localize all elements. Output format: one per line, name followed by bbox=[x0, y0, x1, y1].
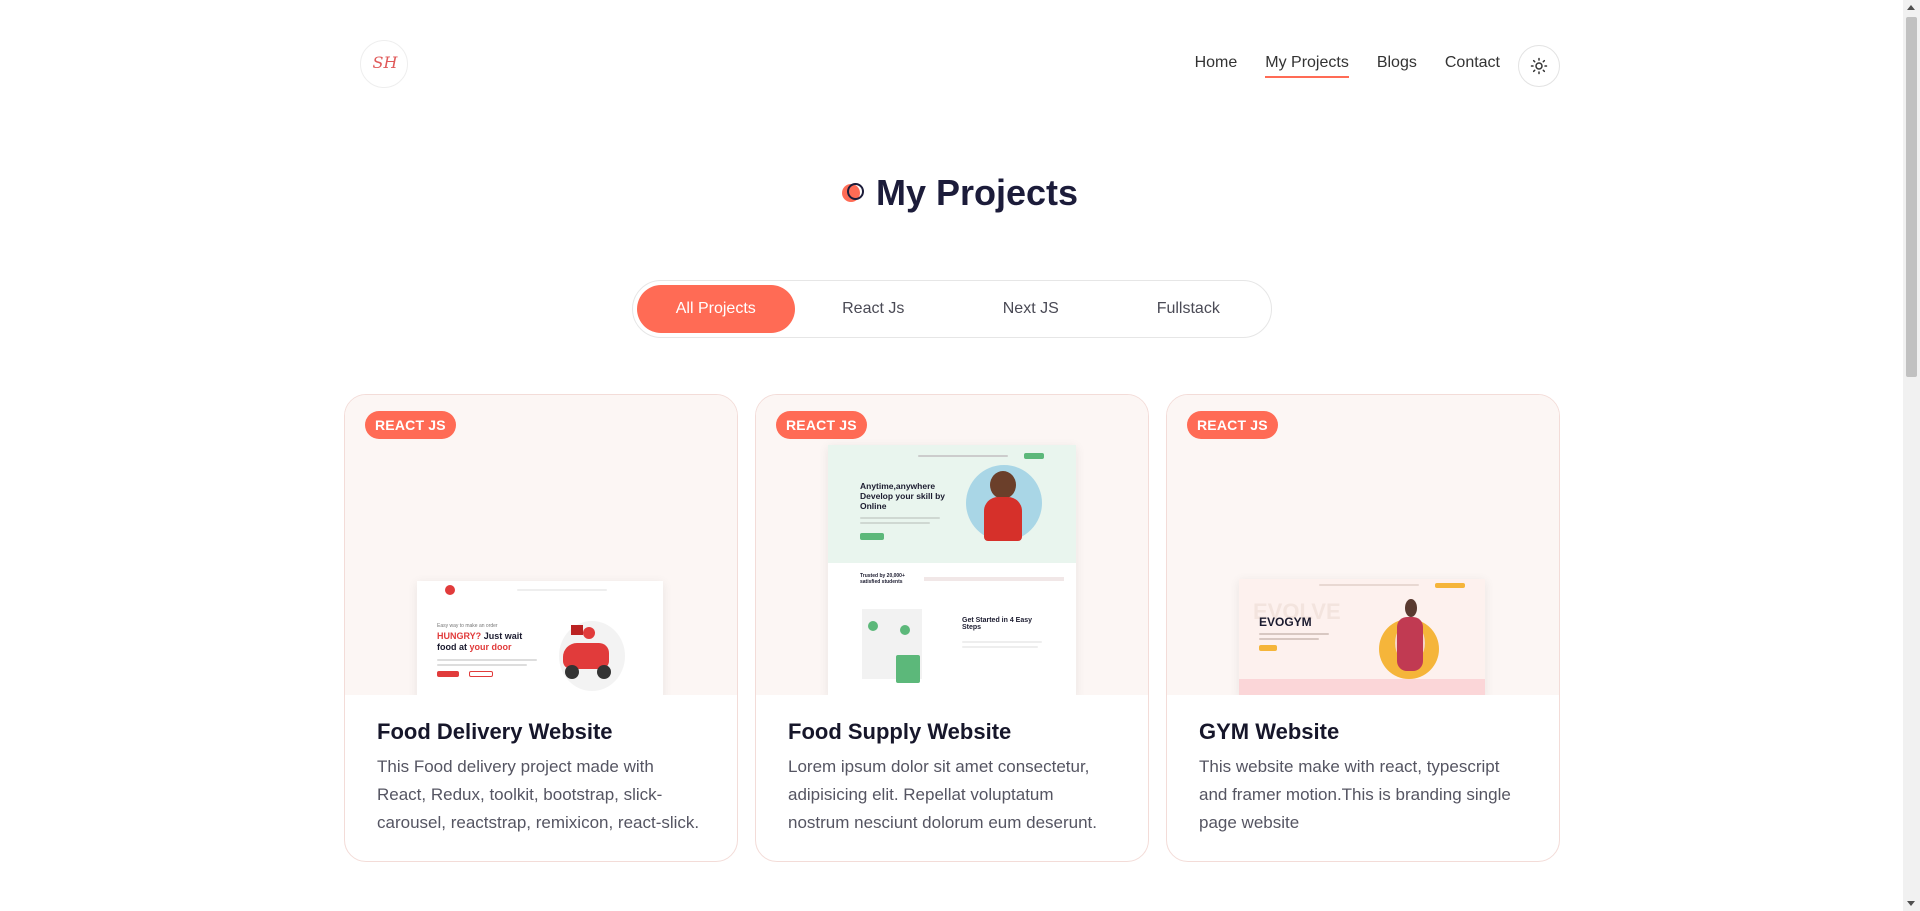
page-title: My Projects bbox=[875, 172, 1079, 213]
food-delivery-preview: Easy way to make an order HUNGRY? Just w… bbox=[417, 581, 663, 695]
card-body: Food Delivery Website This Food delivery… bbox=[345, 695, 737, 861]
site-logo[interactable]: SH bbox=[360, 40, 408, 88]
preview-trusted: Trusted by 20,000+ satisfied students bbox=[860, 573, 905, 585]
preview-pre: Easy way to make an order bbox=[437, 623, 498, 629]
site-header: SH Home My Projects Blogs Contact bbox=[344, 30, 1560, 100]
project-card[interactable]: REACT JS Anytime,anywhere Develop your s… bbox=[755, 394, 1149, 862]
scroll-up-arrow-icon[interactable] bbox=[1907, 5, 1915, 10]
preview-headline: Anytime,anywhere Develop your skill by O… bbox=[860, 481, 946, 511]
section-title: My Projects bbox=[841, 172, 1079, 214]
project-thumbnail: REACT JS Easy way to make an order HUNGR… bbox=[345, 395, 737, 695]
section-title-wrap: My Projects bbox=[0, 172, 1920, 214]
card-body: GYM Website This website make with react… bbox=[1167, 695, 1559, 861]
preview-steps: Get Started in 4 Easy Steps bbox=[962, 617, 1033, 631]
project-description: This Food delivery project made with Rea… bbox=[377, 757, 700, 832]
project-description: This website make with react, typescript… bbox=[1199, 757, 1511, 832]
scrollbar-thumb[interactable] bbox=[1906, 17, 1917, 377]
project-thumbnail: REACT JS EVOLVE EVOGYM bbox=[1167, 395, 1559, 695]
gym-preview: EVOLVE EVOGYM bbox=[1239, 579, 1485, 695]
card-body: Food Supply Website Lorem ipsum dolor si… bbox=[756, 695, 1148, 861]
project-thumbnail: REACT JS Anytime,anywhere Develop your s… bbox=[756, 395, 1148, 695]
project-card[interactable]: REACT JS Easy way to make an order HUNGR… bbox=[344, 394, 738, 862]
tab-all-projects[interactable]: All Projects bbox=[637, 285, 795, 333]
project-card[interactable]: REACT JS EVOLVE EVOGYM GYM Website This … bbox=[1166, 394, 1560, 862]
project-filter-tabs: All Projects React Js Next JS Fullstack bbox=[632, 280, 1272, 338]
project-title: GYM Website bbox=[1199, 719, 1340, 744]
page-scrollbar[interactable] bbox=[1903, 0, 1920, 911]
preview-headline: HUNGRY? Just wait food at your door bbox=[437, 631, 523, 652]
main-nav: Home My Projects Blogs Contact bbox=[1167, 54, 1500, 78]
theme-toggle-button[interactable] bbox=[1518, 45, 1560, 87]
scroll-down-arrow-icon[interactable] bbox=[1907, 901, 1915, 906]
category-badge: REACT JS bbox=[1187, 411, 1278, 439]
sun-icon bbox=[1530, 57, 1548, 75]
project-title: Food Delivery Website bbox=[377, 719, 613, 744]
nav-blogs[interactable]: Blogs bbox=[1377, 54, 1417, 78]
food-supply-preview: Anytime,anywhere Develop your skill by O… bbox=[828, 445, 1076, 695]
tab-react-js[interactable]: React Js bbox=[795, 285, 953, 333]
project-description: Lorem ipsum dolor sit amet consectetur, … bbox=[788, 757, 1097, 832]
preview-brand: EVOGYM bbox=[1259, 615, 1312, 629]
tab-fullstack[interactable]: Fullstack bbox=[1110, 285, 1268, 333]
nav-contact[interactable]: Contact bbox=[1445, 54, 1500, 78]
tab-next-js[interactable]: Next JS bbox=[952, 285, 1110, 333]
category-badge: REACT JS bbox=[365, 411, 456, 439]
category-badge: REACT JS bbox=[776, 411, 867, 439]
title-dot-icon bbox=[841, 181, 866, 205]
logo-monogram: SH bbox=[372, 53, 398, 72]
nav-home[interactable]: Home bbox=[1195, 54, 1238, 78]
project-title: Food Supply Website bbox=[788, 719, 1012, 744]
nav-my-projects[interactable]: My Projects bbox=[1265, 54, 1349, 78]
